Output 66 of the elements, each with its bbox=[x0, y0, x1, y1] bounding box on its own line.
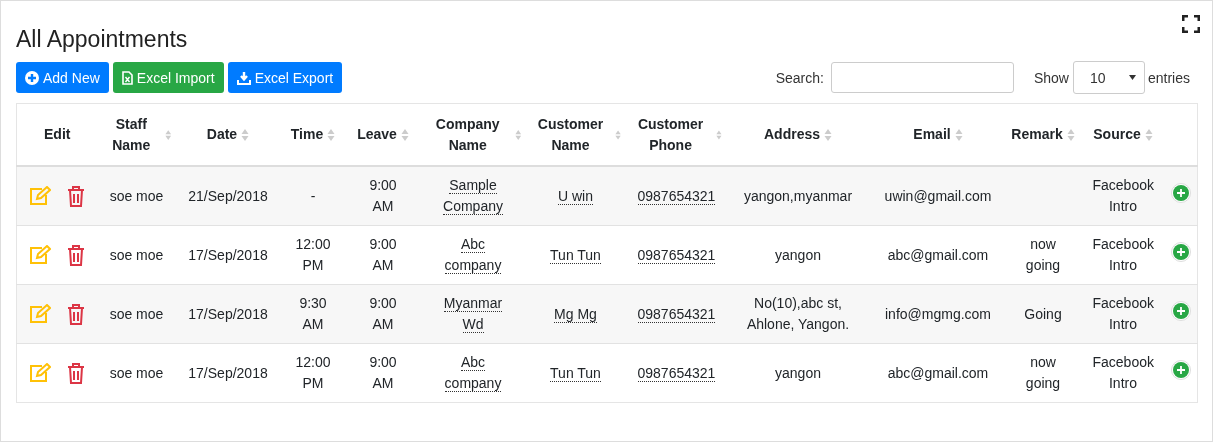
fullscreen-icon[interactable] bbox=[1182, 15, 1200, 33]
table-cell: 9:30 AM bbox=[280, 284, 346, 344]
edit-icon[interactable] bbox=[29, 186, 52, 206]
table-cell: Tun Tun bbox=[525, 343, 626, 403]
page-title: All Appointments bbox=[16, 26, 188, 53]
table-cell: Facebook Intro bbox=[1080, 166, 1166, 226]
sort-icon[interactable] bbox=[165, 127, 172, 142]
spreadsheet-file-icon bbox=[121, 70, 133, 85]
table-cell: yangon bbox=[725, 343, 871, 403]
search-label: Search: bbox=[775, 69, 824, 86]
table-cell: 9:00 AM bbox=[345, 166, 421, 226]
table-cell: soe moe bbox=[97, 343, 176, 403]
delete-icon[interactable] bbox=[67, 362, 86, 384]
table-cell: info@mgmg.com bbox=[870, 284, 1006, 344]
table-cell: 12:00 PM bbox=[280, 343, 346, 403]
table-cell: uwin@gmail.com bbox=[870, 166, 1006, 226]
edit-icon[interactable] bbox=[29, 304, 52, 324]
table-cell: 0987654321 bbox=[625, 343, 726, 403]
delete-icon[interactable] bbox=[67, 303, 86, 325]
table-cell: 9:00 AM bbox=[345, 284, 421, 344]
search-field[interactable] bbox=[830, 62, 1014, 93]
add-circle-icon[interactable] bbox=[1171, 301, 1192, 321]
table-cell: 0987654321 bbox=[625, 166, 726, 226]
table-cell: soe moe bbox=[97, 166, 176, 226]
table-cell: 17/Sep/2018 bbox=[175, 343, 281, 403]
table-cell: Myanmar Wd bbox=[420, 284, 526, 344]
sort-icon[interactable] bbox=[954, 127, 963, 142]
sort-icon[interactable] bbox=[327, 127, 336, 142]
sort-icon[interactable] bbox=[1144, 127, 1153, 142]
sort-icon[interactable] bbox=[400, 127, 409, 142]
edit-icon[interactable] bbox=[29, 245, 52, 265]
add-circle-icon[interactable] bbox=[1171, 242, 1192, 262]
add-circle-icon[interactable] bbox=[1171, 360, 1192, 380]
table-cell: - bbox=[280, 166, 346, 226]
table-cell: yangon,myanmar bbox=[725, 166, 871, 226]
table-cell: Mg Mg bbox=[525, 284, 626, 344]
sort-icon[interactable] bbox=[824, 127, 832, 142]
table-cell: Abc company bbox=[420, 343, 526, 403]
sort-icon[interactable] bbox=[1066, 127, 1075, 142]
delete-icon[interactable] bbox=[67, 185, 86, 207]
toolbar-button[interactable]: Add New bbox=[16, 62, 109, 93]
show-label: Show bbox=[1033, 69, 1069, 86]
table-cell: 0987654321 bbox=[625, 284, 726, 344]
table-cell: U win bbox=[525, 166, 626, 226]
sort-icon[interactable] bbox=[514, 127, 522, 142]
entries-label: entries bbox=[1147, 69, 1190, 86]
table-cell: No(10),abc st, Ahlone, Yangon. bbox=[725, 284, 871, 344]
table-cell: Sample Company bbox=[420, 166, 526, 226]
table-cell: soe moe bbox=[97, 284, 176, 344]
delete-icon[interactable] bbox=[67, 244, 86, 266]
sort-icon[interactable] bbox=[241, 127, 250, 142]
table-cell: abc@gmail.com bbox=[870, 343, 1006, 403]
table-cell: now going bbox=[1005, 343, 1081, 403]
table-cell: Facebook Intro bbox=[1080, 343, 1166, 403]
table-cell: 21/Sep/2018 bbox=[175, 166, 281, 226]
table-cell: 17/Sep/2018 bbox=[175, 284, 281, 344]
table-cell: Going bbox=[1005, 284, 1081, 344]
entries-dropdown[interactable]: 10 bbox=[1072, 61, 1145, 94]
caret-icon bbox=[1128, 75, 1136, 80]
edit-icon[interactable] bbox=[29, 363, 52, 383]
plus-circle-icon bbox=[25, 70, 39, 85]
add-circle-icon[interactable] bbox=[1171, 183, 1192, 203]
table-cell: Facebook Intro bbox=[1080, 284, 1166, 344]
toolbar-button[interactable]: Excel Export bbox=[227, 62, 343, 93]
download-icon bbox=[236, 70, 251, 85]
table-cell: 9:00 AM bbox=[345, 343, 421, 403]
